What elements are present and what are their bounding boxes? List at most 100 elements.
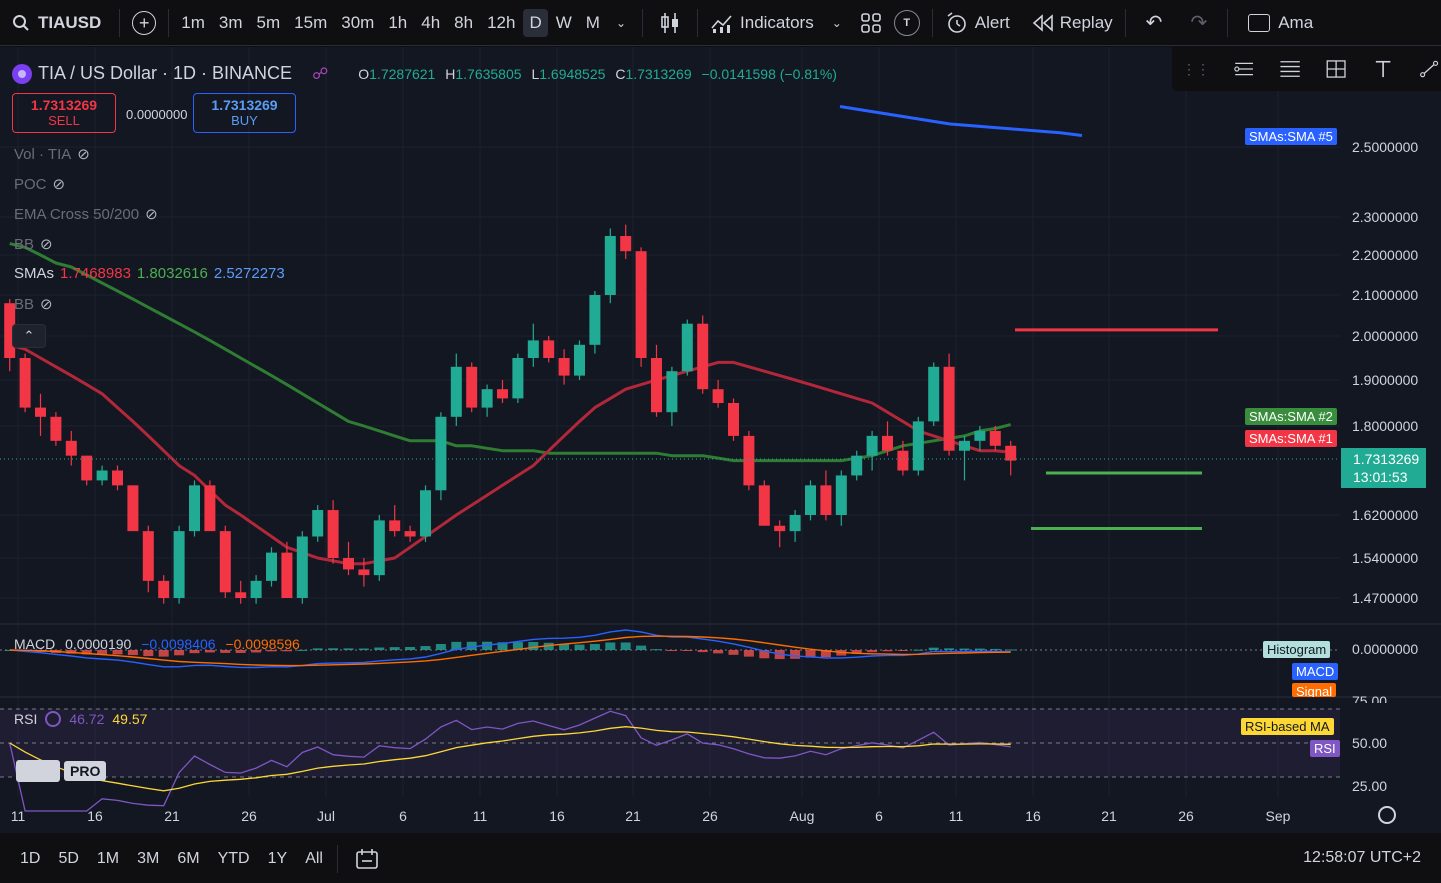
separator — [931, 8, 933, 37]
candle — [774, 520, 786, 548]
candle — [712, 380, 724, 408]
collapse-legend-button[interactable]: ⌃ — [12, 324, 46, 348]
time-axis-label: Jul — [317, 808, 335, 824]
candle-body — [142, 531, 154, 581]
interval-m[interactable]: M — [580, 9, 606, 37]
undo-icon[interactable]: ↶ — [1146, 10, 1163, 35]
range-ytd[interactable]: YTD — [210, 846, 258, 872]
symbol-search[interactable]: TIAUSD — [0, 13, 113, 33]
indicator-vol[interactable]: Vol · TIA ⊘ — [14, 145, 90, 164]
indicator-smas[interactable]: SMAs 1.7468983 1.8032616 2.5272273 — [14, 265, 285, 282]
interval-d[interactable]: D — [523, 8, 548, 37]
rsi-tag: RSI — [1310, 740, 1340, 757]
candle — [19, 353, 31, 413]
templates-button[interactable]: T — [893, 9, 920, 36]
macd-signal-value: −0.0098596 — [225, 636, 300, 652]
interval-selector: 1m 3m 5m 15m 30m 1h 4h 8h 12h D W M — [175, 8, 606, 37]
candle — [743, 430, 755, 491]
candle — [543, 336, 555, 363]
sma5-tag: SMAs:SMA #5 — [1245, 128, 1337, 145]
range-5d[interactable]: 5D — [50, 846, 86, 872]
text-tool-icon[interactable] — [1371, 56, 1395, 82]
indicator-bb-2[interactable]: BB ⊘ — [14, 295, 53, 314]
tradingview-logo[interactable]: PRO — [16, 759, 107, 783]
macd-histogram-bar — [328, 648, 339, 650]
candle-body — [758, 485, 770, 526]
interval-12h[interactable]: 12h — [481, 9, 521, 37]
range-6m[interactable]: 6M — [169, 846, 207, 872]
range-1d[interactable]: 1D — [12, 846, 48, 872]
indicator-bb[interactable]: BB ⊘ — [14, 235, 53, 254]
long-position-icon[interactable] — [1324, 56, 1348, 82]
interval-8h[interactable]: 8h — [448, 9, 479, 37]
candle — [481, 384, 493, 417]
interval-w[interactable]: W — [550, 9, 578, 37]
gear-icon[interactable] — [1378, 806, 1396, 824]
range-1y[interactable]: 1Y — [260, 846, 296, 872]
open-value: 1.7287621 — [369, 65, 436, 82]
alert-button[interactable]: Alert — [939, 7, 1016, 39]
interval-1h[interactable]: 1h — [382, 9, 413, 37]
buy-button[interactable]: 1.7313269 BUY — [193, 93, 296, 133]
price-axis-label: 1.8000000 — [1352, 418, 1419, 434]
candle-body — [543, 340, 555, 358]
range-3m[interactable]: 3M — [129, 846, 167, 872]
interval-15m[interactable]: 15m — [288, 9, 333, 37]
chevron-down-icon[interactable]: ⌄ — [616, 16, 626, 30]
symbol-title[interactable]: TIA / US Dollar · 1D · BINANCE — [38, 63, 292, 84]
trend-line-icon[interactable] — [1417, 56, 1441, 82]
interval-4h[interactable]: 4h — [415, 9, 446, 37]
trend-list-icon[interactable] — [1232, 56, 1256, 82]
rsi-ma-value: 49.57 — [112, 711, 148, 727]
interval-1m[interactable]: 1m — [175, 9, 211, 37]
fib-retracement-icon[interactable] — [1278, 56, 1302, 82]
bottom-toolbar: 1D 5D 1M 3M 6M YTD 1Y All 12:58:07 UTC+2 — [0, 834, 1441, 883]
interval-30m[interactable]: 30m — [335, 9, 380, 37]
indicators-button[interactable]: Indicators — [704, 8, 820, 38]
truncated-menu-label[interactable]: Ama — [1278, 13, 1313, 33]
utc-clock[interactable]: 12:58:07 UTC+2 — [1303, 849, 1421, 867]
date-range-selector: 1D 5D 1M 3M 6M YTD 1Y All — [12, 846, 331, 872]
candle — [697, 315, 709, 394]
candle-body — [989, 430, 1001, 446]
chart-area[interactable]: TIA / US Dollar · 1D · BINANCE ☍ O1.7287… — [0, 47, 1441, 833]
candle-body — [327, 510, 339, 558]
calendar-goto-icon[interactable] — [354, 847, 380, 871]
range-1m[interactable]: 1M — [89, 846, 127, 872]
candle — [450, 353, 462, 426]
share-icon[interactable]: ☍ — [312, 64, 328, 84]
eye-off-icon[interactable]: ⊘ — [40, 295, 53, 313]
redo-icon[interactable]: ↷ — [1190, 10, 1207, 35]
eye-off-icon[interactable]: ⊘ — [77, 145, 90, 163]
eye-off-icon[interactable]: ⊘ — [40, 235, 53, 253]
histogram-tag: Histogram — [1263, 641, 1331, 658]
candle — [959, 435, 970, 481]
replay-button[interactable]: Replay — [1026, 9, 1119, 37]
candle — [112, 465, 123, 491]
eye-off-icon[interactable]: ⊘ — [145, 205, 158, 223]
layouts-grid-icon[interactable] — [860, 12, 882, 34]
drag-handle-icon[interactable]: ⋮⋮ — [1182, 61, 1210, 78]
macd-histogram-bar — [343, 648, 354, 650]
layout-icon[interactable] — [1248, 13, 1271, 32]
time-axis-label: 6 — [875, 808, 883, 824]
macd-legend[interactable]: MACD 0.0000190 −0.0098406 −0.0098596 — [14, 636, 300, 652]
macd-histogram-bar — [913, 649, 924, 651]
rsi-legend[interactable]: RSI 46.72 49.57 — [14, 711, 147, 727]
compare-symbol-button[interactable]: + — [132, 10, 157, 35]
chevron-down-icon[interactable]: ⌄ — [832, 16, 842, 30]
indicator-poc[interactable]: POC ⊘ — [14, 175, 66, 194]
eye-off-icon[interactable]: ⊘ — [53, 175, 66, 193]
sell-button[interactable]: 1.7313269 SELL — [12, 93, 116, 133]
separator — [336, 844, 338, 873]
interval-3m[interactable]: 3m — [213, 9, 249, 37]
indicators-label: Indicators — [740, 12, 814, 32]
candle — [1005, 440, 1017, 476]
candle-body — [912, 421, 924, 471]
price-axis-label: 2.2000000 — [1352, 247, 1419, 263]
chart-canvas[interactable] — [0, 47, 1441, 833]
indicator-ema-cross[interactable]: EMA Cross 50/200 ⊘ — [14, 205, 158, 224]
range-all[interactable]: All — [297, 846, 331, 872]
interval-5m[interactable]: 5m — [251, 9, 287, 37]
candle-type-icon[interactable] — [657, 10, 683, 36]
